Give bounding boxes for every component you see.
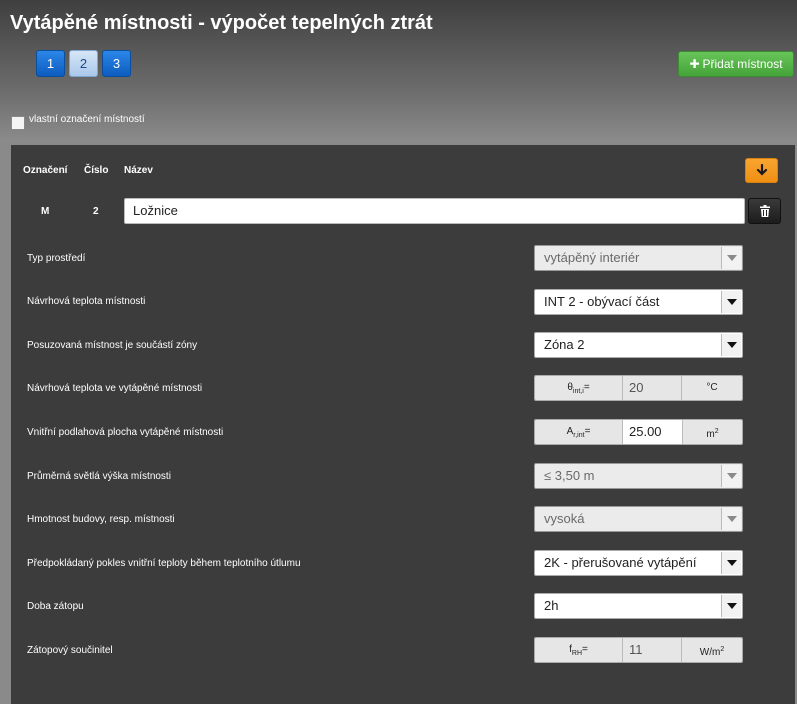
theta-unit: °C (682, 376, 742, 400)
plus-icon: ✚ (689, 57, 700, 71)
zone-dropdown-arrow (721, 334, 741, 356)
zone-select[interactable]: Zóna 2 (534, 332, 743, 358)
area-unit: m2 (682, 420, 742, 444)
temp-drop-value: 2K - přerušované vytápění (544, 555, 697, 570)
mass-label: Hmotnost budovy, resp. místnosti (27, 514, 175, 525)
height-dropdown-arrow (721, 465, 741, 487)
reheat-time-value: 2h (544, 598, 559, 613)
theta-label: Návrhová teplota ve vytápěné místnosti (27, 383, 203, 394)
design-temp-dropdown-arrow (721, 291, 741, 313)
chevron-down-icon (726, 255, 737, 261)
height-select[interactable]: ≤ 3,50 m (534, 463, 743, 489)
env-type-value: vytápěný interiér (544, 250, 640, 265)
chevron-down-icon (726, 560, 737, 566)
env-type-select[interactable]: vytápěný interiér (534, 245, 743, 271)
collapse-button[interactable] (745, 158, 778, 183)
theta-value: 20 (623, 376, 682, 400)
custom-designation-label: vlastní označení místností (29, 113, 145, 125)
height-value: ≤ 3,50 m (544, 468, 595, 483)
reheat-factor-field: fRH= 11 W/m2 (534, 637, 743, 663)
room-pager: 1 2 3 (36, 50, 131, 77)
custom-designation-checkbox[interactable] (11, 116, 25, 130)
reheat-factor-symbol: fRH= (535, 638, 623, 662)
reheat-time-label: Doba zátopu (27, 601, 84, 612)
arrow-down-icon (756, 163, 767, 176)
custom-designation-option[interactable]: vlastní označení místností (11, 110, 145, 130)
chevron-down-icon (726, 299, 737, 305)
page-button-1[interactable]: 1 (36, 50, 65, 77)
design-temp-value: INT 2 - obývací část (544, 294, 660, 309)
header-number: Číslo (84, 165, 109, 176)
chevron-down-icon (726, 342, 737, 348)
add-room-label: Přidat místnost (702, 57, 783, 71)
height-label: Průměrná světlá výška místnosti (27, 471, 171, 482)
add-room-button[interactable]: ✚ Přidat místnost (678, 51, 794, 77)
page-title: Vytápěné místnosti - výpočet tepelných z… (10, 12, 433, 34)
mass-dropdown-arrow (721, 508, 741, 530)
design-temp-label: Návrhová teplota místnosti (27, 296, 146, 307)
page-button-2[interactable]: 2 (69, 50, 98, 77)
mass-value: vysoká (544, 511, 585, 526)
room-number: 2 (93, 206, 99, 217)
chevron-down-icon (726, 516, 737, 522)
theta-field: θint,i= 20 °C (534, 375, 743, 401)
reheat-factor-value: 11 (623, 638, 682, 662)
area-symbol: Ar,int= (535, 420, 623, 444)
area-label: Vnitřní podlahová plocha vytápěné místno… (27, 427, 224, 438)
zone-label: Posuzovaná místnost je součástí zóny (27, 340, 198, 351)
mass-select[interactable]: vysoká (534, 506, 743, 532)
trash-icon (759, 205, 770, 217)
room-name-input[interactable]: Ložnice (124, 198, 745, 224)
design-temp-select[interactable]: INT 2 - obývací část (534, 289, 743, 315)
page-button-3[interactable]: 3 (102, 50, 131, 77)
theta-symbol: θint,i= (535, 376, 623, 400)
zone-value: Zóna 2 (544, 337, 585, 352)
delete-room-button[interactable] (748, 198, 781, 224)
reheat-time-select[interactable]: 2h (534, 593, 743, 619)
reheat-factor-label: Zátopový součinitel (27, 645, 113, 656)
chevron-down-icon (726, 603, 737, 609)
reheat-time-dropdown-arrow (721, 595, 741, 617)
env-type-dropdown-arrow (721, 247, 741, 269)
env-type-label: Typ prostředí (27, 253, 86, 264)
temp-drop-label: Předpokládaný pokles vnitřní teploty běh… (27, 558, 301, 569)
temp-drop-select[interactable]: 2K - přerušované vytápění (534, 550, 743, 576)
area-field: Ar,int= 25.00 m2 (534, 419, 743, 445)
header-name: Název (124, 165, 153, 176)
temp-drop-dropdown-arrow (721, 552, 741, 574)
area-input[interactable]: 25.00 (623, 420, 682, 444)
reheat-factor-unit: W/m2 (682, 638, 742, 662)
chevron-down-icon (726, 473, 737, 479)
room-panel: Označení Číslo Název M 2 Ložnice Typ pro… (11, 145, 795, 704)
header-designation: Označení (23, 165, 68, 176)
room-designation: M (41, 206, 50, 217)
